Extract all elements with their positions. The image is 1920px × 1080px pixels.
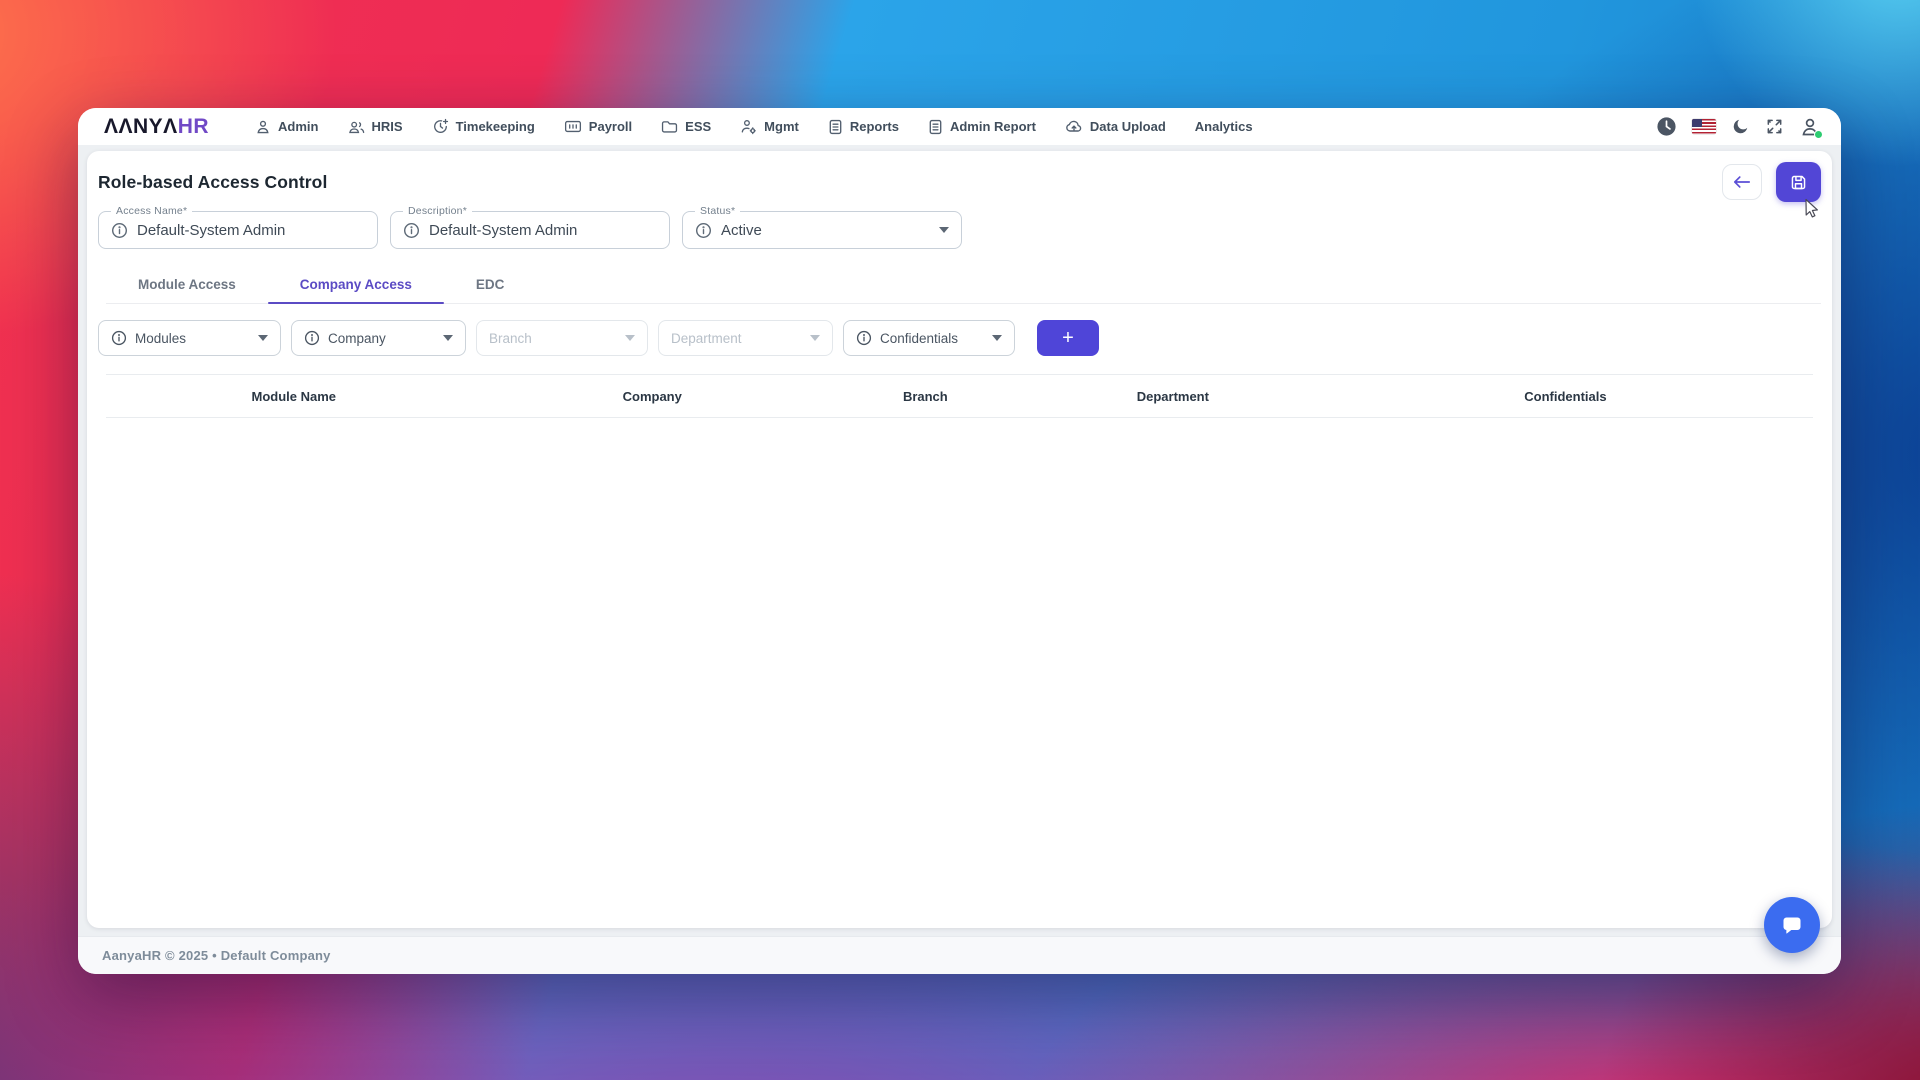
title-actions — [1722, 162, 1821, 202]
nav-item-analytics[interactable]: Analytics — [1195, 119, 1253, 134]
nav-item-hris[interactable]: HRIS — [348, 119, 403, 135]
access-name-value: Default-System Admin — [137, 221, 286, 239]
footer-copyright: AanyaHR © 2025 • Default Company — [102, 948, 331, 963]
cloud-upload-icon — [1065, 119, 1083, 134]
nav-item-payroll[interactable]: Payroll — [564, 119, 632, 134]
chat-widget-button[interactable] — [1764, 897, 1820, 953]
access-table: Module Name Company Branch Department Co… — [106, 374, 1813, 438]
online-status-dot — [1814, 129, 1823, 139]
chevron-down-icon — [939, 227, 949, 233]
person-icon — [255, 119, 271, 135]
info-icon — [111, 222, 128, 239]
user-avatar-icon[interactable] — [1799, 116, 1823, 139]
top-navbar: ΛΛNYΛ HR Admin HRIS Timekeeping Payroll … — [78, 108, 1841, 145]
save-button[interactable] — [1776, 162, 1821, 202]
save-floppy-icon — [1789, 173, 1808, 192]
info-icon — [695, 222, 712, 239]
info-icon — [403, 222, 420, 239]
tab-bar: Module Access Company Access EDC — [106, 265, 1821, 304]
dark-mode-moon-icon[interactable] — [1731, 117, 1750, 136]
clock-icon[interactable] — [1656, 116, 1677, 137]
access-name-label: Access Name* — [111, 205, 193, 217]
logo-text-accent: HR — [177, 114, 210, 138]
modules-select[interactable]: Modules — [98, 320, 281, 356]
status-select[interactable]: Status* Active — [682, 205, 962, 249]
tab-edc[interactable]: EDC — [444, 265, 537, 303]
chevron-down-icon — [258, 335, 268, 341]
description-label: Description* — [403, 205, 473, 217]
column-header-department: Department — [1136, 388, 1209, 404]
column-header-module-name: Module Name — [251, 388, 337, 404]
back-button[interactable] — [1722, 164, 1762, 200]
form-row: Access Name* Default-System Admin Descri… — [98, 205, 1821, 249]
chat-bubble-icon — [1779, 912, 1805, 938]
description-value: Default-System Admin — [429, 221, 578, 239]
arrow-left-icon — [1733, 175, 1751, 189]
chevron-down-icon — [443, 335, 453, 341]
banknote-icon — [564, 119, 582, 134]
nav-item-admin[interactable]: Admin — [255, 119, 319, 135]
page-title: Role-based Access Control — [98, 171, 328, 192]
company-select[interactable]: Company — [291, 320, 466, 356]
tab-module-access[interactable]: Module Access — [106, 265, 268, 303]
column-header-company: Company — [622, 388, 682, 404]
info-icon — [856, 330, 872, 346]
chevron-down-icon — [810, 335, 820, 341]
nav-utilities — [1656, 116, 1823, 139]
filter-row: Modules Company Branch Department Confid… — [98, 320, 1821, 356]
content-card: Role-based Access Control Access Name* D… — [87, 151, 1832, 928]
column-header-branch: Branch — [902, 388, 948, 404]
title-row: Role-based Access Control — [98, 161, 1821, 203]
status-label: Status* — [695, 205, 741, 217]
nav-item-data-upload[interactable]: Data Upload — [1065, 119, 1166, 134]
document-icon — [928, 119, 943, 135]
column-header-confidentials: Confidentials — [1524, 388, 1607, 404]
access-name-field[interactable]: Access Name* Default-System Admin — [98, 205, 378, 249]
chevron-down-icon — [625, 335, 635, 341]
nav-item-reports[interactable]: Reports — [828, 119, 899, 135]
confidentials-select[interactable]: Confidentials — [843, 320, 1015, 356]
folder-icon — [661, 119, 678, 134]
info-icon — [304, 330, 320, 346]
status-value: Active — [721, 221, 762, 239]
app-window: ΛΛNYΛ HR Admin HRIS Timekeeping Payroll … — [78, 108, 1841, 974]
nav-item-admin-report[interactable]: Admin Report — [928, 119, 1036, 135]
people-icon — [348, 119, 365, 135]
add-row-button[interactable]: + — [1037, 320, 1099, 356]
description-field[interactable]: Description* Default-System Admin — [390, 205, 670, 249]
nav-item-mgmt[interactable]: Mgmt — [740, 118, 799, 135]
info-icon — [111, 330, 127, 346]
window-body: Role-based Access Control Access Name* D… — [78, 145, 1841, 974]
fullscreen-icon[interactable] — [1765, 117, 1784, 136]
tab-company-access[interactable]: Company Access — [267, 265, 444, 304]
table-empty-body — [106, 418, 1813, 438]
nav-item-timekeeping[interactable]: Timekeeping — [432, 118, 535, 135]
person-gear-icon — [740, 118, 757, 135]
nav-menu: Admin HRIS Timekeeping Payroll ESS Mgmt … — [255, 118, 1253, 135]
document-icon — [828, 119, 843, 135]
clock-plus-icon — [432, 118, 449, 135]
logo-text-primary: ΛΛNYΛ — [104, 114, 178, 138]
window-footer: AanyaHR © 2025 • Default Company — [78, 936, 1841, 974]
table-header-row: Module Name Company Branch Department Co… — [106, 374, 1813, 418]
branch-select: Branch — [476, 320, 648, 356]
app-logo[interactable]: ΛΛNYΛ HR — [104, 115, 209, 139]
nav-item-ess[interactable]: ESS — [661, 119, 711, 134]
department-select: Department — [658, 320, 833, 356]
chevron-down-icon — [992, 335, 1002, 341]
language-flag-icon[interactable] — [1692, 119, 1716, 134]
